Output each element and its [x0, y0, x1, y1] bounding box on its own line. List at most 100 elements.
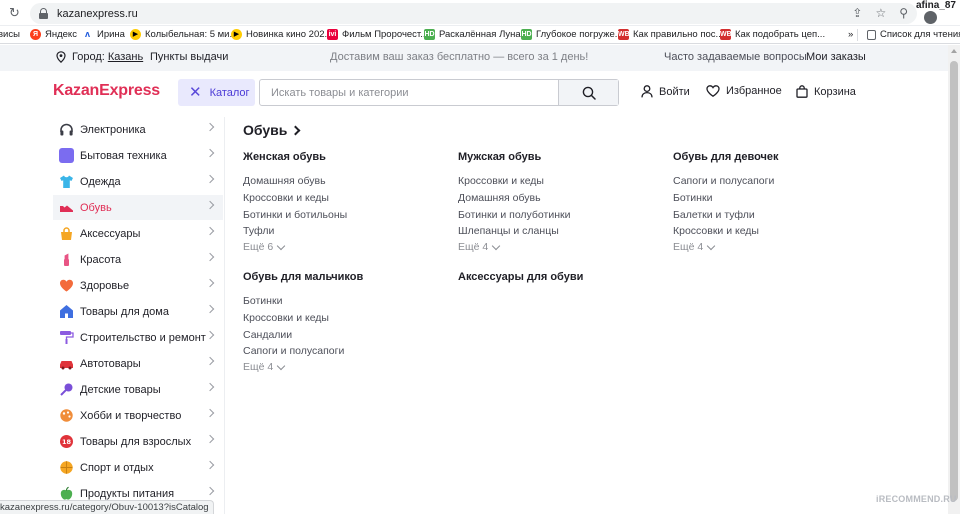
subcategory-link[interactable]: Шлепанцы и сланцы	[458, 225, 559, 237]
favorites-button[interactable]: Избранное	[706, 85, 782, 97]
city-label: Город:	[72, 51, 105, 63]
sidebar-item-clothes[interactable]: Одежда	[53, 169, 223, 194]
chevron-right-icon	[205, 382, 215, 392]
search-button[interactable]	[558, 80, 618, 105]
chevron-right-icon	[205, 330, 215, 340]
subcategory-title[interactable]: Женская обувь	[243, 151, 326, 163]
subcategory-link[interactable]: Ботинки и ботильоны	[243, 209, 347, 221]
bookmark-icon: ʌ	[82, 29, 93, 40]
sidebar-item-appliances[interactable]: Бытовая техника	[53, 143, 223, 168]
search-input[interactable]	[260, 80, 558, 105]
bookmark-item[interactable]: ▶ Новинка кино 202...	[231, 29, 332, 40]
chevron-down-icon	[492, 241, 501, 250]
url-text[interactable]: kazanexpress.ru	[57, 8, 138, 20]
my-orders-link[interactable]: Мои заказы	[806, 51, 866, 63]
wb-icon: WB	[720, 29, 732, 40]
subcategory-link[interactable]: Туфли	[243, 225, 274, 237]
bookmark-item[interactable]: WB Как правильно пос...	[618, 29, 723, 40]
subcategory-link[interactable]: Домашняя обувь	[458, 192, 541, 204]
show-more-button[interactable]: Ещё 6	[243, 241, 286, 253]
bookmark-item[interactable]: Я Яндекс	[30, 29, 77, 40]
reload-icon[interactable]: ↻	[9, 6, 21, 19]
adult-18-icon: 18	[60, 435, 73, 448]
chevron-right-icon	[205, 304, 215, 314]
subcategory-link[interactable]: Ботинки и полуботинки	[458, 209, 570, 221]
logo[interactable]: KazanExpress	[53, 82, 160, 100]
chevron-down-icon	[277, 361, 286, 370]
city-name[interactable]: Казань	[108, 51, 143, 63]
bookmarks-overflow-button[interactable]: »	[848, 29, 853, 40]
page-scrollbar[interactable]	[948, 45, 960, 514]
chevron-right-icon	[205, 252, 215, 262]
hd-icon: HD	[424, 29, 435, 40]
heart-icon	[706, 85, 720, 97]
extensions-icon[interactable]: ⚲	[899, 6, 908, 20]
yandex-icon: Я	[30, 29, 41, 40]
subcategory-title[interactable]: Обувь для мальчиков	[243, 271, 363, 283]
bookmark-item[interactable]: ▶ Колыбельная: 5 ми...	[130, 29, 237, 40]
pickup-points-link[interactable]: Пункты выдачи	[150, 51, 228, 63]
reading-list-button[interactable]: Список для чтения	[867, 29, 960, 40]
subcategory-link[interactable]: Балетки и туфли	[673, 209, 755, 221]
home-icon	[60, 305, 73, 318]
scrollbar-thumb[interactable]	[950, 61, 958, 501]
subcategory-title[interactable]: Аксессуары для обуви	[458, 271, 583, 283]
bookmark-item[interactable]: висы	[0, 29, 20, 40]
show-more-button[interactable]: Ещё 4	[243, 361, 286, 373]
category-title[interactable]: Обувь	[243, 122, 301, 138]
sidebar-item-electronics[interactable]: Электроника	[53, 117, 223, 142]
wb-icon: WB	[618, 29, 630, 40]
chevron-right-icon	[205, 356, 215, 366]
bookmarks-bar: висы Я Яндекс ʌ Ирина ▶ Колыбельная: 5 ми..…	[0, 26, 960, 44]
sidebar-item-adult[interactable]: 18 Товары для взрослых	[53, 429, 223, 454]
subcategory-title[interactable]: Обувь для девочек	[673, 151, 779, 163]
catalog-button[interactable]: ✕ Каталог	[178, 79, 255, 106]
bookmark-item[interactable]: HD Глубокое погруже...	[521, 29, 623, 40]
rattle-icon	[60, 383, 73, 396]
chevron-right-icon	[205, 278, 215, 288]
subcategory-link[interactable]: Сапоги и полусапоги	[673, 175, 774, 187]
shoe-icon	[60, 205, 73, 212]
subcategory-title[interactable]: Мужская обувь	[458, 151, 541, 163]
cart-button[interactable]: Корзина	[796, 85, 856, 98]
category-sidebar: Электроника Бытовая техника Одежда Обувь…	[0, 117, 225, 514]
city-selector[interactable]: Город: Казань	[56, 51, 143, 63]
bookmark-item[interactable]: WB Как подобрать цеп...	[720, 29, 825, 40]
show-more-button[interactable]: Ещё 4	[458, 241, 501, 253]
bookmark-item[interactable]: ivi Фильм Пророчест...	[327, 29, 428, 40]
address-bar[interactable]: kazanexpress.ru ⇪ ☆ ⚲	[30, 3, 917, 24]
subcategory-link[interactable]: Кроссовки и кеды	[673, 225, 759, 237]
sidebar-item-construction[interactable]: Строительство и ремонт	[53, 325, 223, 350]
subcategory-link[interactable]: Сапоги и полусапоги	[243, 345, 344, 357]
sidebar-item-home[interactable]: Товары для дома	[53, 299, 223, 324]
faq-link[interactable]: Часто задаваемые вопросы	[664, 51, 807, 63]
subcategory-link[interactable]: Домашняя обувь	[243, 175, 326, 187]
bookmark-item[interactable]: HD Раскалённая Луна...	[424, 29, 529, 40]
subcategory-link[interactable]: Кроссовки и кеды	[243, 192, 329, 204]
star-icon[interactable]: ☆	[875, 6, 886, 20]
share-icon[interactable]: ⇪	[852, 6, 862, 20]
chevron-right-icon	[205, 148, 215, 158]
subcategory-link[interactable]: Сандалии	[243, 329, 292, 341]
sidebar-item-sport[interactable]: Спорт и отдых	[53, 455, 223, 480]
bookmark-item[interactable]: ʌ Ирина	[82, 29, 125, 40]
sidebar-item-beauty[interactable]: Красота	[53, 247, 223, 272]
lock-icon[interactable]	[39, 8, 48, 19]
sidebar-item-auto[interactable]: Автотовары	[53, 351, 223, 376]
subcategory-link[interactable]: Кроссовки и кеды	[243, 312, 329, 324]
subcategory-link[interactable]: Кроссовки и кеды	[458, 175, 544, 187]
car-icon	[60, 361, 73, 370]
subcategory-column: Женская обувь Домашняя обувь Кроссовки и…	[243, 151, 347, 253]
login-button[interactable]: Войти	[641, 85, 690, 98]
sidebar-item-shoes[interactable]: Обувь	[53, 195, 223, 220]
subcategory-column: Обувь для мальчиков Ботинки Кроссовки и …	[243, 271, 363, 373]
sidebar-item-kids[interactable]: Детские товары	[53, 377, 223, 402]
subcategory-link[interactable]: Ботинки	[673, 192, 712, 204]
profile-button[interactable]: afina_87	[916, 0, 960, 26]
subcategory-link[interactable]: Ботинки	[243, 295, 282, 307]
show-more-button[interactable]: Ещё 4	[673, 241, 716, 253]
sidebar-item-hobby[interactable]: Хобби и творчество	[53, 403, 223, 428]
scroll-up-icon[interactable]	[951, 49, 957, 53]
sidebar-item-accessories[interactable]: Аксессуары	[53, 221, 223, 246]
sidebar-item-health[interactable]: Здоровье	[53, 273, 223, 298]
